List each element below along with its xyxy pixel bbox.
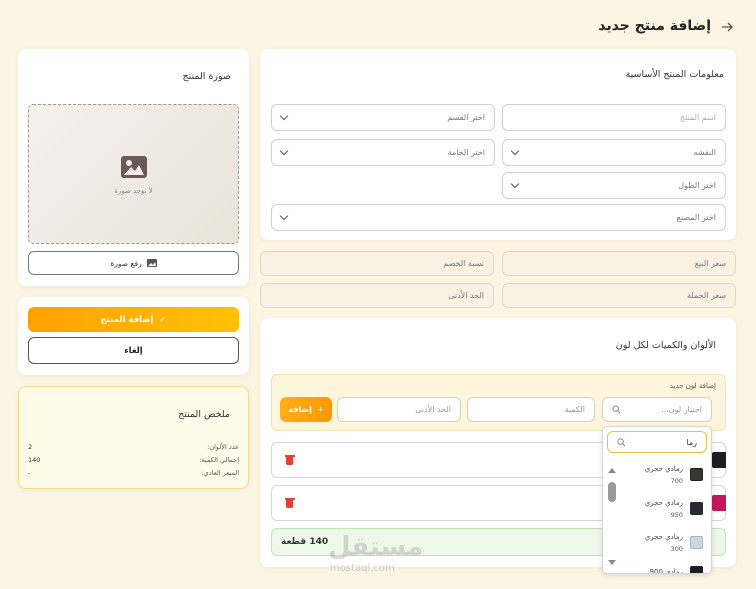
color-select-input[interactable]: اختيار لون...: [602, 397, 712, 422]
product-name-placeholder: اسم المنتج: [679, 113, 716, 122]
summary-row-value: -: [28, 469, 31, 477]
color-row-swatch: [712, 495, 726, 511]
add-color-label: إضافة لون جديد: [669, 382, 716, 390]
discount-placeholder: نسبة الخصم: [443, 259, 484, 268]
chevron-down-icon: [279, 111, 289, 121]
scrollbar-thumb[interactable]: [608, 482, 616, 502]
material-value: اختر الخامة: [447, 148, 485, 157]
option-name: رمادي 900: [649, 568, 683, 573]
watermark-url: mostaql.com: [330, 563, 395, 574]
add-color-button-label: إضافة: [288, 405, 312, 414]
wholesale-price-input[interactable]: سعر الجملة: [502, 283, 736, 308]
product-name-input[interactable]: اسم المنتج: [502, 104, 726, 131]
discount-input[interactable]: نسبة الخصم: [260, 251, 494, 276]
summary-row-label: السعر العادي:: [201, 469, 239, 477]
option-name: رمادي حجري: [644, 499, 683, 507]
add-color-button[interactable]: + إضافة: [280, 397, 332, 422]
factory-value: اختر المصنع: [676, 213, 716, 222]
upload-image-button[interactable]: رفع صورة: [28, 251, 239, 275]
chevron-down-icon: [279, 211, 289, 221]
summary-row-value: 140: [28, 456, 41, 464]
search-icon: [617, 437, 626, 446]
scroll-down-icon: [608, 560, 616, 565]
plus-icon: +: [316, 405, 324, 414]
basic-info-title: معلومات المنتج الأساسية: [625, 69, 724, 80]
summary-row-label: عدد الألوان:: [207, 443, 239, 451]
image-card-title: صورة المنتج: [182, 71, 231, 82]
chevron-down-icon: [279, 146, 289, 156]
option-swatch: [690, 536, 703, 549]
factory-select[interactable]: اختر المصنع: [271, 204, 726, 231]
option-swatch: [690, 468, 703, 481]
color-select-placeholder: اختيار لون...: [661, 405, 702, 414]
sale-price-placeholder: سعر البيع: [694, 259, 726, 268]
arrow-right-icon: [722, 22, 733, 32]
submit-product-button[interactable]: ✓ إضافة المنتج: [28, 307, 239, 332]
option-code: 700: [670, 477, 683, 485]
page-title: إضافة منتج جديد: [598, 18, 711, 34]
summary-row-value: 2: [28, 443, 33, 451]
length-value: اختر الطول: [678, 181, 716, 190]
scroll-up-icon: [608, 468, 616, 473]
image-icon: [146, 259, 157, 267]
category-select[interactable]: اختر القسم: [271, 104, 495, 131]
cancel-button[interactable]: إلغاء: [28, 337, 239, 364]
wholesale-price-placeholder: سعر الجملة: [687, 291, 726, 300]
option-code: 300: [670, 545, 683, 553]
chevron-down-icon: [510, 146, 520, 156]
dropdown-scrollbar[interactable]: [606, 462, 618, 568]
summary-title: ملخص المنتج: [178, 409, 230, 420]
minimum-placeholder: الحد الأدنى: [448, 291, 484, 300]
sale-price-input[interactable]: سعر البيع: [502, 251, 736, 276]
back-button[interactable]: [720, 20, 734, 34]
check-icon: ✓: [159, 314, 167, 325]
summary-row-label: إجمالي الكمية:: [199, 456, 239, 464]
pattern-select[interactable]: النقشه: [502, 139, 726, 166]
option-name: رمادي حجري: [644, 465, 683, 473]
category-value: اختر القسم: [447, 113, 485, 122]
color-quantity-placeholder: الكمية: [564, 405, 585, 414]
material-select[interactable]: اختر الخامة: [271, 139, 495, 166]
total-quantity: 140 قطعة: [281, 537, 329, 547]
option-name: رمادي حجري: [644, 533, 683, 541]
pattern-value: النقشه: [693, 148, 716, 157]
option-swatch: [690, 502, 703, 515]
minimum-input[interactable]: الحد الأدنى: [260, 283, 494, 308]
color-quantity-input[interactable]: الكمية: [467, 397, 595, 422]
option-swatch: [690, 566, 703, 573]
colors-title: الألوان والكميات لكل لون: [615, 340, 716, 351]
watermark-logo: مستقل: [328, 532, 424, 562]
dropdown-search-input[interactable]: رما: [607, 431, 707, 453]
trash-icon[interactable]: [284, 455, 295, 465]
option-code: 950: [670, 511, 683, 519]
color-minimum-input[interactable]: الحد الأدنى: [337, 397, 461, 422]
length-select[interactable]: اختر الطول: [502, 172, 726, 199]
upload-image-label: رفع صورة: [110, 258, 142, 268]
color-row-swatch: [712, 452, 726, 468]
chevron-down-icon: [510, 179, 520, 189]
dropdown-search-value: رما: [686, 437, 697, 447]
color-minimum-placeholder: الحد الأدنى: [415, 405, 451, 414]
image-placeholder-icon: [121, 156, 147, 178]
trash-icon[interactable]: [284, 498, 295, 508]
search-icon: [612, 405, 621, 414]
submit-product-label: إضافة المنتج: [100, 314, 154, 325]
no-image-text: لا توجد صورة: [114, 187, 153, 195]
cancel-label: إلغاء: [124, 345, 143, 356]
